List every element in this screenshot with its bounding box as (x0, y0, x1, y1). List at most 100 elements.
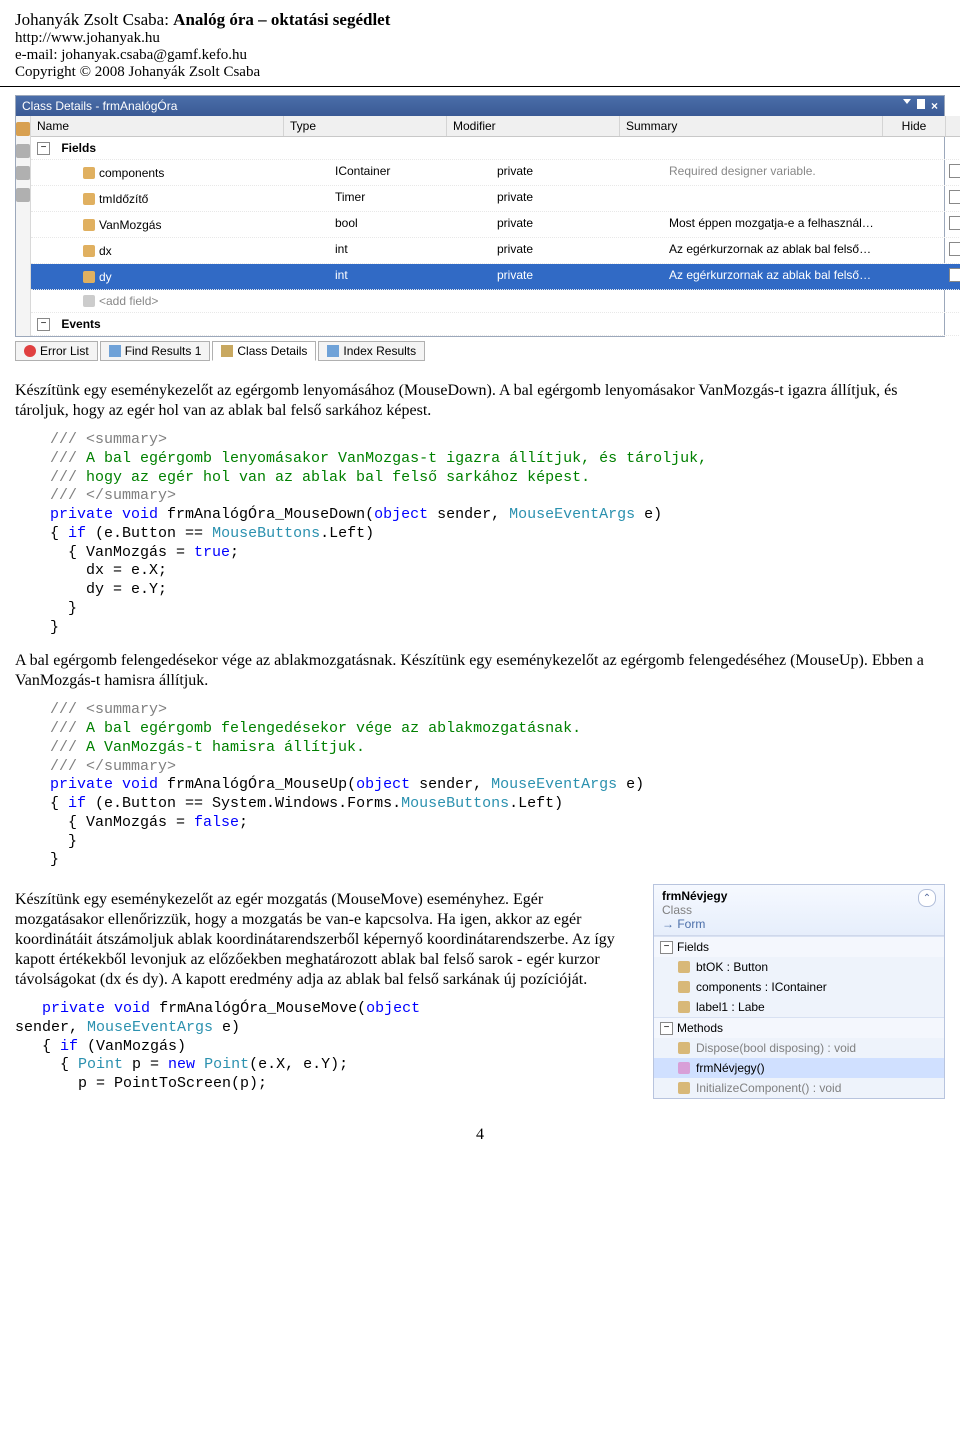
class-icon (221, 345, 233, 357)
collapse-icon[interactable]: − (37, 318, 50, 331)
header-title: Analóg óra – oktatási segédlet (173, 10, 390, 29)
fields-group-label: Fields (61, 141, 96, 155)
field-type: bool (329, 214, 491, 235)
field-item[interactable]: btOK : Button (654, 957, 944, 977)
hide-checkbox[interactable] (949, 190, 960, 204)
code-block-mousemove: private void frmAnalógÓra_MouseMove(obje… (15, 1000, 635, 1094)
collapse-icon[interactable]: − (660, 1022, 673, 1035)
class-base: Form (677, 917, 705, 931)
hide-checkbox[interactable] (949, 216, 960, 230)
header-title-line: Johanyák Zsolt Csaba: Analóg óra – oktat… (15, 10, 945, 30)
toolbar-icon-3[interactable] (16, 166, 30, 180)
hide-checkbox[interactable] (949, 164, 960, 178)
field-row-selected[interactable]: dy int private Az egérkurzornak az ablak… (31, 264, 960, 290)
tab-class-details[interactable]: Class Details (212, 341, 316, 361)
collapse-icon[interactable]: − (660, 941, 673, 954)
col-hide[interactable]: Hide (883, 116, 946, 136)
col-summary[interactable]: Summary (620, 116, 883, 136)
field-item[interactable]: label1 : Labe (654, 997, 944, 1017)
field-type: Timer (329, 188, 491, 209)
col-modifier[interactable]: Modifier (447, 116, 620, 136)
paragraph-2: A bal egérgomb felengedésekor vége az ab… (15, 651, 945, 691)
fields-section[interactable]: − Fields (654, 936, 944, 957)
class-details-tree: Name Type Modifier Summary Hide − Fields… (31, 116, 960, 336)
code-block-mousedown: /// <summary> /// A bal egérgomb lenyomá… (50, 431, 945, 637)
index-icon (327, 345, 339, 357)
expand-icon[interactable]: ⌃ (918, 889, 936, 907)
dropdown-icon[interactable] (903, 99, 911, 104)
field-icon (83, 167, 95, 179)
field-icon (83, 271, 95, 283)
class-diagram-header: frmNévjegy Class → Form ⌃ (654, 885, 944, 936)
field-row[interactable]: dx int private Az egérkurzornak az ablak… (31, 238, 960, 264)
field-icon (83, 193, 95, 205)
document-body: Készítünk egy eseménykezelőt az egérgomb… (0, 369, 960, 1164)
field-row[interactable]: tmIdőzítő Timer private (31, 186, 960, 212)
header-copyright: Copyright © 2008 Johanyák Zsolt Csaba (15, 64, 945, 81)
tab-find-results[interactable]: Find Results 1 (100, 341, 211, 361)
field-summary: Most éppen mozgatja-e a felhasznál… (663, 214, 925, 235)
tab-label: Find Results 1 (125, 344, 202, 358)
method-item-selected[interactable]: frmNévjegy() (654, 1058, 944, 1078)
methods-section[interactable]: − Methods (654, 1017, 944, 1038)
field-modifier: private (491, 240, 663, 261)
field-name: dy (99, 270, 112, 284)
class-details-titlebar: Class Details - frmAnalógÓra × (16, 96, 944, 116)
col-name[interactable]: Name (31, 116, 284, 136)
method-item[interactable]: InitializeComponent() : void (654, 1078, 944, 1098)
document-header: Johanyák Zsolt Csaba: Analóg óra – oktat… (0, 0, 960, 87)
methods-label: Methods (677, 1021, 723, 1035)
field-summary: Az egérkurzornak az ablak bal felső… (663, 266, 925, 287)
field-icon (83, 245, 95, 257)
toolbar-icon-1[interactable] (16, 122, 30, 136)
tab-error-list[interactable]: Error List (15, 341, 98, 361)
field-row[interactable]: VanMozgás bool private Most éppen mozgat… (31, 212, 960, 238)
field-modifier: private (491, 162, 663, 183)
method-icon (678, 1042, 690, 1054)
field-summary (663, 188, 925, 209)
find-icon (109, 345, 121, 357)
group-fields[interactable]: − Fields (31, 137, 960, 160)
field-item[interactable]: components : IContainer (654, 977, 944, 997)
toolbar-icon-4[interactable] (16, 188, 30, 202)
field-row[interactable]: components IContainer private Required d… (31, 160, 960, 186)
class-details-left-toolbar (16, 116, 31, 336)
method-text: Dispose(bool disposing) : void (696, 1041, 856, 1055)
tab-label: Error List (40, 344, 89, 358)
method-text: InitializeComponent() : void (696, 1081, 841, 1095)
field-modifier: private (491, 214, 663, 235)
events-group-label: Events (61, 317, 100, 331)
pin-icon[interactable] (917, 99, 925, 109)
header-url: http://www.johanyak.hu (15, 30, 945, 47)
hide-checkbox[interactable] (949, 268, 960, 282)
field-type: int (329, 240, 491, 261)
toolbar-icon-2[interactable] (16, 144, 30, 158)
field-type: int (329, 266, 491, 287)
field-text: label1 : Labe (696, 1000, 765, 1014)
group-events[interactable]: − Events (31, 313, 960, 336)
field-name: dx (99, 244, 112, 258)
field-modifier: private (491, 188, 663, 209)
col-type[interactable]: Type (284, 116, 447, 136)
class-details-title: Class Details - frmAnalógÓra (22, 99, 177, 113)
class-details-panel: Class Details - frmAnalógÓra × Name Type… (15, 95, 945, 337)
field-icon (678, 1001, 690, 1013)
hide-checkbox[interactable] (949, 242, 960, 256)
add-field-row[interactable]: <add field> (31, 290, 960, 313)
paragraph-3: Készítünk egy eseménykezelőt az egér moz… (15, 890, 635, 990)
close-icon[interactable]: × (931, 99, 938, 113)
header-email: e-mail: johanyak.csaba@gamf.kefo.hu (15, 47, 945, 64)
collapse-icon[interactable]: − (37, 142, 50, 155)
page-number: 4 (15, 1126, 945, 1144)
method-item[interactable]: Dispose(bool disposing) : void (654, 1038, 944, 1058)
field-type: IContainer (329, 162, 491, 183)
tab-index-results[interactable]: Index Results (318, 341, 425, 361)
field-modifier: private (491, 266, 663, 287)
field-summary: Required designer variable. (663, 162, 925, 183)
tab-label: Index Results (343, 344, 416, 358)
class-kind: Class (662, 903, 727, 917)
fields-label: Fields (677, 940, 709, 954)
field-name: VanMozgás (99, 218, 161, 232)
class-details-columns: Name Type Modifier Summary Hide (31, 116, 960, 137)
error-icon (24, 345, 36, 357)
